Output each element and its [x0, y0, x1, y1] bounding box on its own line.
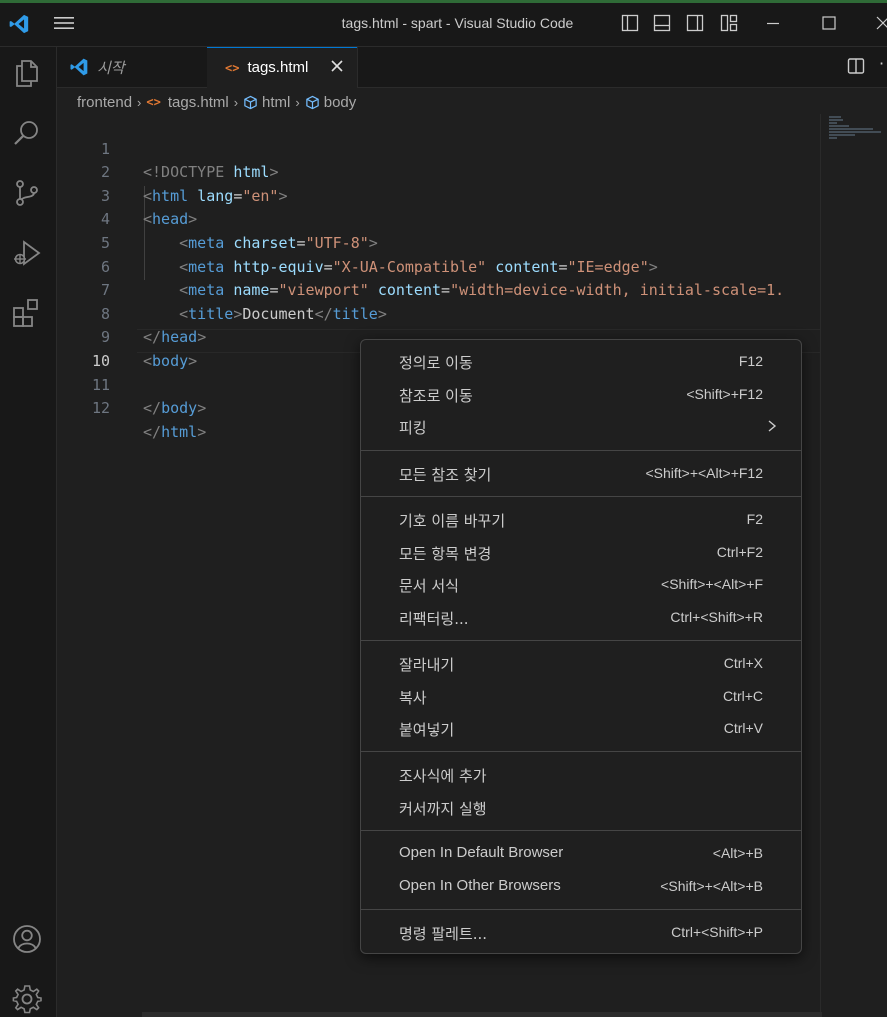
- symbol-cube-icon: [244, 95, 257, 109]
- window-title: tags.html - spart - Visual Studio Code: [341, 15, 574, 31]
- vscode-tab-icon: [70, 58, 88, 76]
- code-line: 8 </head>: [57, 279, 820, 347]
- line-number: 12: [91, 399, 110, 418]
- code-line: 1 <!DOCTYPE html>: [57, 114, 820, 182]
- minimap-line: [829, 134, 855, 136]
- code-line: 5 <meta http-equiv="X-UA-Compatible" con…: [57, 208, 820, 276]
- menu-item-format-document[interactable]: 문서 서식 <Shift>+<Alt>+F: [365, 569, 797, 599]
- source-control-icon[interactable]: [11, 177, 43, 209]
- html-file-icon: <>: [225, 60, 240, 75]
- menu-item-open-default-browser[interactable]: Open In Default Browser <Alt>+B: [365, 838, 797, 868]
- horizontal-scrollbar[interactable]: [142, 1012, 822, 1017]
- menu-separator: [361, 751, 801, 752]
- close-window-icon[interactable]: [874, 14, 887, 32]
- title-accent-line: [0, 0, 887, 3]
- menu-item-cut[interactable]: 잘라내기 Ctrl+X: [365, 648, 797, 678]
- menu-item-open-other-browsers[interactable]: Open In Other Browsers <Shift>+<Alt>+B: [365, 871, 797, 901]
- code-line: 4 <meta charset="UTF-8">: [57, 185, 820, 252]
- explorer-icon[interactable]: [11, 57, 43, 89]
- code-line: 6 <meta name="viewport" content="width=d…: [57, 232, 820, 300]
- breadcrumb-symbol-body[interactable]: body: [324, 94, 357, 111]
- settings-gear-icon[interactable]: [11, 983, 43, 1015]
- menu-item-add-to-watch[interactable]: 조사식에 추가: [365, 759, 797, 789]
- editor-tab-bar: 시작 <> tags.html ·: [57, 47, 887, 88]
- menu-separator: [361, 450, 801, 451]
- context-menu: 정의로 이동 F12 참조로 이동 <Shift>+F12 피킹 모든 참조 찾…: [360, 339, 802, 954]
- html-file-icon: <>: [146, 95, 161, 109]
- code-line: 7 <title>Document</title>: [57, 256, 820, 323]
- menu-item-go-to-references[interactable]: 참조로 이동 <Shift>+F12: [365, 379, 797, 409]
- account-icon[interactable]: [11, 923, 43, 955]
- chevron-right-icon: [768, 420, 777, 432]
- code-line: 9 <body>: [57, 303, 820, 370]
- minimap-line: [829, 119, 843, 121]
- activity-bar: [0, 47, 57, 1017]
- menu-separator: [361, 496, 801, 497]
- chevron-right-icon: ›: [295, 94, 300, 110]
- menu-item-paste[interactable]: 붙여넣기 Ctrl+V: [365, 713, 797, 743]
- menu-item-command-palette[interactable]: 명령 팔레트... Ctrl+<Shift>+P: [365, 917, 797, 947]
- breadcrumb-file[interactable]: tags.html: [168, 94, 229, 111]
- menu-separator: [361, 830, 801, 831]
- maximize-icon[interactable]: [820, 14, 838, 32]
- tab-tags-html[interactable]: <> tags.html: [207, 47, 358, 88]
- minimap[interactable]: [820, 114, 887, 1017]
- tab-welcome[interactable]: 시작: [57, 47, 208, 87]
- minimap-line: [829, 128, 873, 130]
- minimap-line: [829, 122, 837, 124]
- menu-separator: [361, 909, 801, 910]
- code-line: 2 <html lang="en">: [57, 138, 820, 205]
- breadcrumb-folder[interactable]: frontend: [77, 94, 132, 111]
- more-actions-icon[interactable]: ·: [879, 54, 884, 73]
- chevron-right-icon: ›: [233, 94, 239, 110]
- extensions-icon[interactable]: [11, 297, 43, 329]
- title-bar: tags.html - spart - Visual Studio Code: [0, 0, 887, 47]
- chevron-right-icon: ›: [137, 94, 142, 110]
- breadcrumb-symbol-html[interactable]: html: [262, 94, 290, 111]
- tab-tags-html-label: tags.html: [247, 59, 309, 76]
- menu-item-copy[interactable]: 복사 Ctrl+C: [365, 681, 797, 711]
- run-debug-icon[interactable]: [11, 237, 43, 269]
- minimap-line: [829, 137, 837, 139]
- menu-separator: [361, 640, 801, 641]
- search-icon[interactable]: [11, 117, 43, 149]
- tab-welcome-label: 시작: [97, 58, 125, 77]
- toggle-panel-icon[interactable]: [653, 14, 671, 32]
- minimap-line: [829, 131, 881, 133]
- menu-item-rename-symbol[interactable]: 기호 이름 바꾸기 F2: [365, 504, 797, 534]
- code-line: 3 <head>: [57, 161, 820, 229]
- minimize-icon[interactable]: [764, 14, 782, 32]
- active-tab-indicator: [207, 47, 357, 48]
- menu-item-find-all-references[interactable]: 모든 참조 찾기 <Shift>+<Alt>+F12: [365, 458, 797, 488]
- toggle-primary-sidebar-icon[interactable]: [621, 14, 639, 32]
- menu-item-peek[interactable]: 피킹: [365, 411, 797, 441]
- menu-item-refactor[interactable]: 리팩터링... Ctrl+<Shift>+R: [365, 602, 797, 632]
- menu-item-go-to-definition[interactable]: 정의로 이동 F12: [365, 346, 797, 376]
- breadcrumb: frontend › <> tags.html › html › body: [77, 92, 356, 112]
- menu-item-run-to-cursor[interactable]: 커서까지 실행: [365, 792, 797, 822]
- menu-item-change-all-occurrences[interactable]: 모든 항목 변경 Ctrl+F2: [365, 537, 797, 567]
- minimap-line: [829, 125, 849, 127]
- split-editor-icon[interactable]: [847, 57, 865, 75]
- toggle-secondary-sidebar-icon[interactable]: [686, 14, 704, 32]
- close-tab-icon[interactable]: [329, 58, 345, 74]
- symbol-cube-icon: [306, 95, 319, 109]
- minimap-line: [829, 116, 841, 118]
- customize-layout-icon[interactable]: [720, 14, 738, 32]
